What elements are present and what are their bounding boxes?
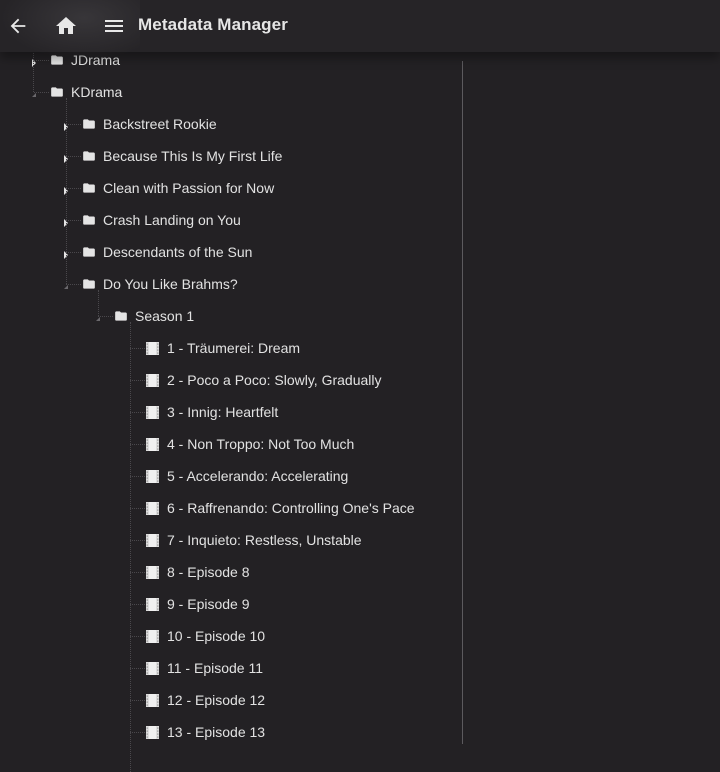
tree-item-label: Do You Like Brahms? xyxy=(103,276,238,292)
movie-icon xyxy=(146,598,160,612)
tree-episode-item[interactable]: 11 - Episode 11 xyxy=(0,652,460,684)
tree-connector xyxy=(130,540,145,541)
tree-episode-item[interactable]: 9 - Episode 9 xyxy=(0,588,460,620)
folder-icon xyxy=(82,213,96,227)
folder-icon xyxy=(50,85,64,99)
tree-connector xyxy=(130,380,145,381)
tree-episode-item[interactable]: 5 - Accelerando: Accelerating xyxy=(0,460,460,492)
home-icon xyxy=(56,17,76,34)
tree-episode-item[interactable]: 12 - Episode 12 xyxy=(0,684,460,716)
movie-icon xyxy=(146,726,160,740)
movie-icon xyxy=(146,566,160,580)
tree-connector xyxy=(130,668,145,669)
tree-episode-item[interactable]: 3 - Innig: Heartfelt xyxy=(0,396,460,428)
tree-connector xyxy=(130,604,145,605)
hamburger-menu-icon xyxy=(105,20,123,32)
tree-folder-item[interactable]: Backstreet Rookie xyxy=(0,108,460,140)
tree-folder-item[interactable]: Do You Like Brahms? xyxy=(0,268,460,300)
tree-connector xyxy=(130,572,145,573)
tree-item-label: 9 - Episode 9 xyxy=(167,596,250,612)
tree-item-label: Crash Landing on You xyxy=(103,212,241,228)
tree-item-label: 5 - Accelerando: Accelerating xyxy=(167,468,349,484)
tree-episode-item[interactable]: 13 - Episode 13 xyxy=(0,716,460,748)
library-tree: JDrama KDrama Backstreet Rookie Because Thi… xyxy=(0,44,460,772)
folder-icon xyxy=(82,181,96,195)
movie-icon xyxy=(146,662,160,676)
collapsed-arrow-icon[interactable] xyxy=(29,55,39,67)
tree-connector xyxy=(130,700,145,701)
folder-icon xyxy=(82,277,96,291)
tree-item-label: 10 - Episode 10 xyxy=(167,628,266,644)
tree-episode-item[interactable]: 7 - Inquieto: Restless, Unstable xyxy=(0,524,460,556)
tree-folder-item[interactable]: Clean with Passion for Now xyxy=(0,172,460,204)
tree-connector xyxy=(130,636,145,637)
tree-connector xyxy=(130,444,145,445)
tree-item-label: 3 - Innig: Heartfelt xyxy=(167,404,279,420)
menu-button[interactable] xyxy=(101,13,127,39)
tree-item-label: 2 - Poco a Poco: Slowly, Gradually xyxy=(167,372,382,388)
tree-connector xyxy=(130,348,145,349)
tree-item-label: 13 - Episode 13 xyxy=(167,724,266,740)
tree-item-label: JDrama xyxy=(71,52,121,68)
tree-episode-item[interactable]: 6 - Raffrenando: Controlling One's Pace xyxy=(0,492,460,524)
movie-icon xyxy=(146,342,160,356)
tree-folder-item[interactable]: Season 1 xyxy=(0,300,460,332)
movie-icon xyxy=(146,630,160,644)
app-header: Metadata Manager xyxy=(0,0,720,60)
movie-icon xyxy=(146,534,160,548)
folder-icon xyxy=(114,309,128,323)
movie-icon xyxy=(146,406,160,420)
arrow-left-icon xyxy=(10,18,26,34)
movie-icon xyxy=(146,438,160,452)
tree-connector xyxy=(130,322,131,772)
home-button[interactable] xyxy=(53,13,79,39)
movie-icon xyxy=(146,502,160,516)
folder-icon xyxy=(82,149,96,163)
tree-item-label: Descendants of the Sun xyxy=(103,244,253,260)
tree-connector xyxy=(130,732,145,733)
tree-episode-item[interactable]: 4 - Non Troppo: Not Too Much xyxy=(0,428,460,460)
folder-icon xyxy=(50,53,64,67)
tree-item-label: 7 - Inquieto: Restless, Unstable xyxy=(167,532,362,548)
tree-item-label: 6 - Raffrenando: Controlling One's Pace xyxy=(167,500,415,516)
tree-episode-item[interactable]: 8 - Episode 8 xyxy=(0,556,460,588)
tree-connector xyxy=(130,412,145,413)
folder-icon xyxy=(82,245,96,259)
back-button[interactable] xyxy=(5,13,31,39)
tree-folder-item[interactable]: KDrama xyxy=(0,76,460,108)
tree-episode-item[interactable]: 2 - Poco a Poco: Slowly, Gradually xyxy=(0,364,460,396)
tree-folder-item[interactable]: Descendants of the Sun xyxy=(0,236,460,268)
tree-item-label: 12 - Episode 12 xyxy=(167,692,266,708)
tree-folder-item[interactable]: Because This Is My First Life xyxy=(0,140,460,172)
tree-item-label: 1 - Träumerei: Dream xyxy=(167,340,301,356)
tree-item-label: 8 - Episode 8 xyxy=(167,564,250,580)
movie-icon xyxy=(146,694,160,708)
page-title: Metadata Manager xyxy=(138,15,288,34)
tree-item-label: 4 - Non Troppo: Not Too Much xyxy=(167,436,355,452)
tree-connector xyxy=(98,290,99,316)
tree-item-label: KDrama xyxy=(71,84,123,100)
movie-icon xyxy=(146,470,160,484)
tree-connector xyxy=(66,98,67,284)
tree-connector xyxy=(130,508,145,509)
tree-episode-item[interactable]: 10 - Episode 10 xyxy=(0,620,460,652)
tree-folder-item[interactable]: Crash Landing on You xyxy=(0,204,460,236)
tree-item-label: Clean with Passion for Now xyxy=(103,180,275,196)
tree-item-label: Because This Is My First Life xyxy=(103,148,283,164)
tree-item-label: Season 1 xyxy=(135,308,195,324)
tree-item-label: Backstreet Rookie xyxy=(103,116,217,132)
pane-divider[interactable] xyxy=(462,61,463,744)
expanded-arrow-icon[interactable] xyxy=(29,87,39,97)
folder-icon xyxy=(82,117,96,131)
tree-item-label: 11 - Episode 11 xyxy=(167,660,263,676)
movie-icon xyxy=(146,374,160,388)
tree-episode-item[interactable]: 1 - Träumerei: Dream xyxy=(0,332,460,364)
tree-connector xyxy=(130,476,145,477)
